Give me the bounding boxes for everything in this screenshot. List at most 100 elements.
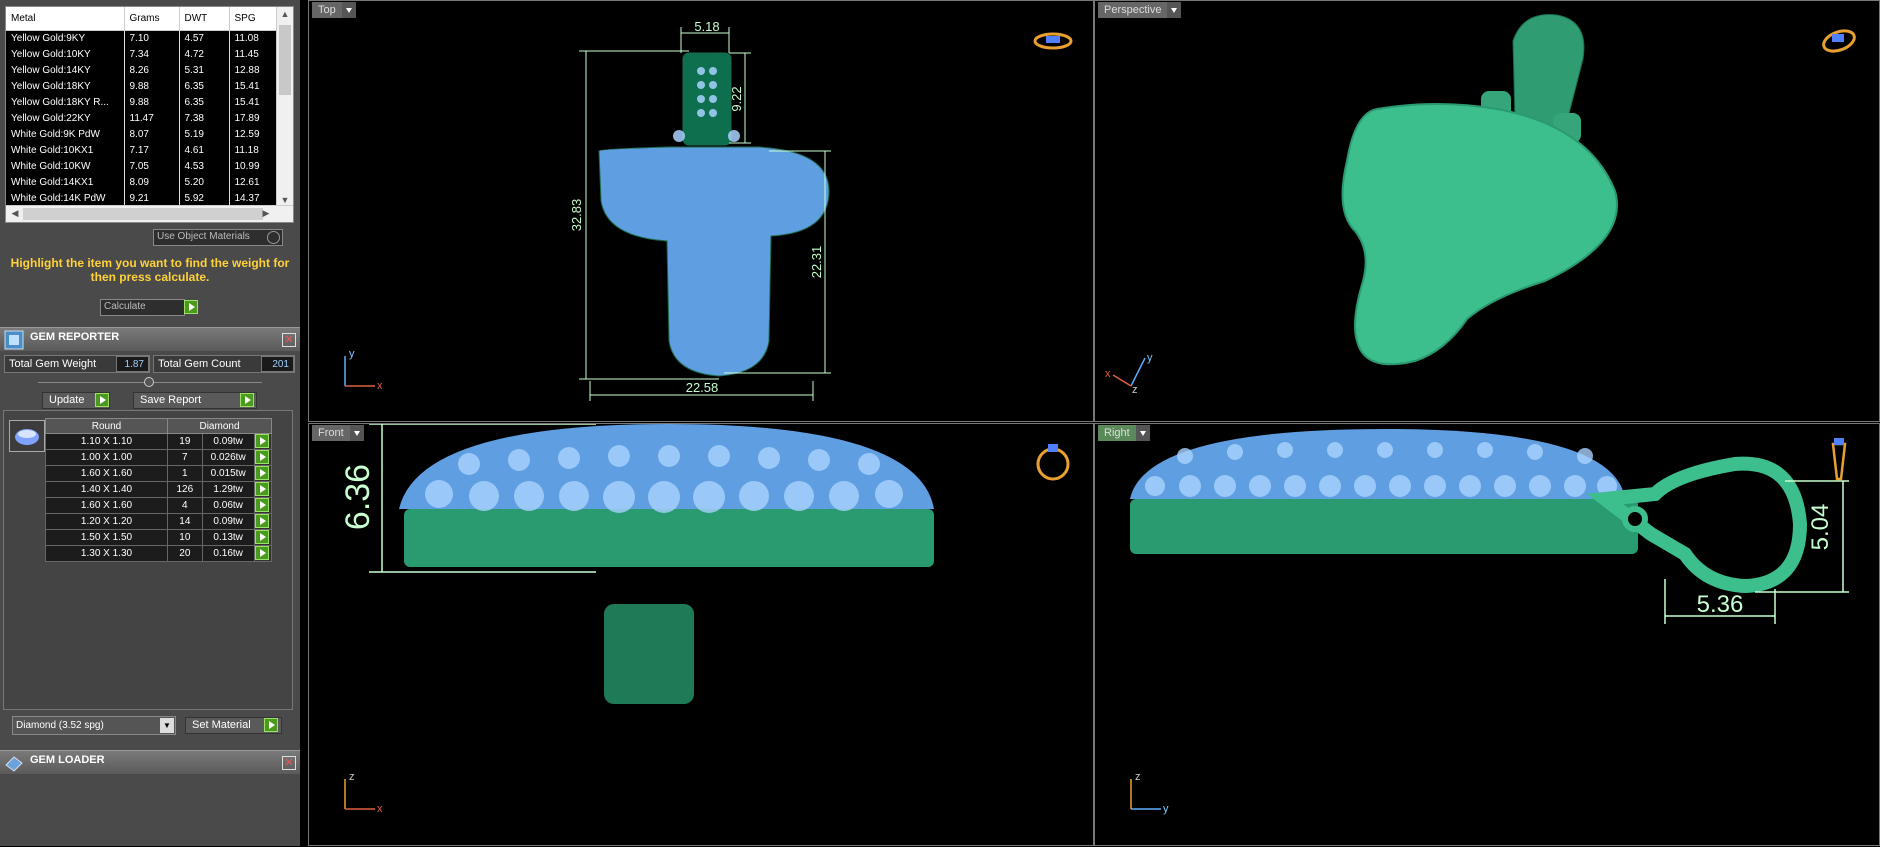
col-dwt[interactable]: DWT <box>179 7 230 31</box>
play-icon[interactable] <box>254 514 269 528</box>
grams-cell: 7.05 <box>124 158 180 174</box>
svg-text:y: y <box>349 348 355 360</box>
metal-row[interactable]: Yellow Gold:18KY 9.88 6.35 15.41 <box>6 78 277 94</box>
scroll-right-icon[interactable]: ▶ <box>259 208 273 219</box>
viewport-right[interactable]: 5.04 5.36 z y Right <box>1094 423 1880 846</box>
metal-row[interactable]: White Gold:9K PdW 8.07 5.19 12.59 <box>6 126 277 142</box>
gem-row[interactable]: 1.20 X 1.20 14 0.09tw <box>45 513 273 530</box>
col-metal[interactable]: Metal <box>6 7 125 31</box>
metal-name-cell: White Gold:10KX1 <box>6 142 125 158</box>
metal-row[interactable]: Yellow Gold:18KY R... 9.88 6.35 15.41 <box>6 94 277 110</box>
gem-row[interactable]: 1.00 X 1.00 7 0.026tw <box>45 449 273 466</box>
viewport-top[interactable]: 5.18 9.22 32.83 22.31 22.58 y x Top <box>308 0 1094 422</box>
col-grams[interactable]: Grams <box>124 7 180 31</box>
metal-name-cell: Yellow Gold:9KY <box>6 30 125 46</box>
material-select[interactable]: Diamond (3.52 spg) ▼ <box>12 716 176 735</box>
close-icon[interactable]: ✕ <box>282 333 296 347</box>
metal-row[interactable]: Yellow Gold:9KY 7.10 4.57 11.08 <box>6 30 277 46</box>
gem-reporter-icon <box>4 330 24 350</box>
metal-table-hscrollbar[interactable]: ◀ ▶ <box>6 205 293 222</box>
play-icon[interactable] <box>254 466 269 480</box>
viewport-front[interactable]: 6.36 z x Front <box>308 423 1094 846</box>
play-icon[interactable] <box>254 530 269 544</box>
spg-cell: 11.08 <box>229 30 277 46</box>
viewport-front-label[interactable]: Front <box>312 425 364 441</box>
svg-text:z: z <box>1135 771 1141 783</box>
gem-row-go-icon[interactable] <box>253 545 273 562</box>
metal-row[interactable]: White Gold:14K PdW 9.21 5.92 14.37 <box>6 190 277 206</box>
metal-row[interactable]: White Gold:10KW 7.05 4.53 10.99 <box>6 158 277 174</box>
gem-row[interactable]: 1.10 X 1.10 19 0.09tw <box>45 433 273 450</box>
update-go-icon[interactable] <box>95 393 109 407</box>
gem-row-go-icon[interactable] <box>253 465 273 482</box>
scroll-up-icon[interactable]: ▲ <box>278 9 292 19</box>
metal-weight-table-container[interactable]: Metal Grams DWT SPG Yellow Gold:9KY 7.10 4… <box>5 6 294 223</box>
gem-count-cell: 7 <box>167 449 203 466</box>
view-cube-ring-icon[interactable] <box>1036 444 1070 481</box>
set-material-label: Set Material <box>192 719 251 731</box>
gem-weight-cell: 0.09tw <box>201 513 255 530</box>
metal-table-vscrollbar[interactable]: ▲ ▼ <box>276 7 293 207</box>
gem-row-go-icon[interactable] <box>253 433 273 450</box>
metal-name-cell: Yellow Gold:10KY <box>6 46 125 62</box>
scroll-down-icon[interactable]: ▼ <box>278 195 292 205</box>
view-cube-ring-icon[interactable] <box>1831 438 1847 481</box>
metal-row[interactable]: White Gold:10KX1 7.17 4.61 11.18 <box>6 142 277 158</box>
gem-size-cell: 1.30 X 1.30 <box>45 545 168 562</box>
gem-row-go-icon[interactable] <box>253 497 273 514</box>
hscroll-thumb[interactable] <box>23 208 263 220</box>
use-object-materials-select[interactable]: Use Object Materials <box>153 229 283 246</box>
col-spg[interactable]: SPG <box>229 7 277 31</box>
svg-text:x: x <box>1105 368 1111 380</box>
dwt-cell: 4.57 <box>179 30 230 46</box>
viewport-top-label[interactable]: Top <box>312 2 356 18</box>
viewport-front-title: Front <box>318 427 344 439</box>
spg-cell: 12.61 <box>229 174 277 190</box>
viewport-perspective[interactable]: y x z Perspective <box>1094 0 1880 422</box>
metal-row[interactable]: White Gold:14KX1 8.09 5.20 12.61 <box>6 174 277 190</box>
gem-row[interactable]: 1.60 X 1.60 4 0.06tw <box>45 497 273 514</box>
save-report-button[interactable]: Save Report <box>133 392 257 409</box>
set-material-go-icon[interactable] <box>264 718 278 732</box>
scroll-left-icon[interactable]: ◀ <box>8 208 22 219</box>
gem-row-go-icon[interactable] <box>253 513 273 530</box>
play-icon[interactable] <box>254 546 269 560</box>
viewport-right-label[interactable]: Right <box>1098 425 1150 441</box>
grams-cell: 8.09 <box>124 174 180 190</box>
gem-row-go-icon[interactable] <box>253 449 273 466</box>
dim-bail-depth: 5.36 <box>1697 591 1744 618</box>
round-gem-icon[interactable] <box>9 420 45 452</box>
gem-row[interactable]: 1.50 X 1.50 10 0.13tw <box>45 529 273 546</box>
instruction-text: Highlight the item you want to find the … <box>10 256 290 284</box>
play-icon[interactable] <box>254 498 269 512</box>
scroll-thumb[interactable] <box>279 25 291 95</box>
chevron-down-icon[interactable]: ▼ <box>160 718 174 733</box>
spg-cell: 15.41 <box>229 78 277 94</box>
play-icon[interactable] <box>254 482 269 496</box>
dwt-cell: 4.61 <box>179 142 230 158</box>
gem-row[interactable]: 1.60 X 1.60 1 0.015tw <box>45 465 273 482</box>
gem-row[interactable]: 1.40 X 1.40 126 1.29tw <box>45 481 273 498</box>
gem-row-go-icon[interactable] <box>253 529 273 546</box>
viewport-perspective-label[interactable]: Perspective <box>1098 2 1182 18</box>
view-cube-ring-icon[interactable] <box>1821 27 1857 55</box>
metal-name-cell: Yellow Gold:18KY R... <box>6 94 125 110</box>
close-icon[interactable]: ✕ <box>282 756 296 770</box>
metal-name-cell: White Gold:14KX1 <box>6 174 125 190</box>
gem-row[interactable]: 1.30 X 1.30 20 0.16tw <box>45 545 273 562</box>
calculate-go-icon[interactable] <box>184 300 198 314</box>
metal-row[interactable]: Yellow Gold:10KY 7.34 4.72 11.45 <box>6 46 277 62</box>
gem-weight-cell: 0.16tw <box>201 545 255 562</box>
gem-reporter-header: GEM REPORTER ✕ <box>0 327 300 351</box>
metal-row[interactable]: Yellow Gold:22KY 11.47 7.38 17.89 <box>6 110 277 126</box>
calculate-button[interactable]: Calculate <box>100 299 185 316</box>
gem-row-go-icon[interactable] <box>253 481 273 498</box>
play-icon[interactable] <box>254 450 269 464</box>
view-cube-ring-icon[interactable] <box>1033 32 1073 50</box>
save-report-go-icon[interactable] <box>240 393 254 407</box>
settings-icon[interactable] <box>267 231 280 244</box>
metal-row[interactable]: Yellow Gold:14KY 8.26 5.31 12.88 <box>6 62 277 78</box>
gem-weight-cell: 0.06tw <box>201 497 255 514</box>
play-icon[interactable] <box>254 434 269 448</box>
splitter-handle-icon[interactable] <box>144 377 154 387</box>
